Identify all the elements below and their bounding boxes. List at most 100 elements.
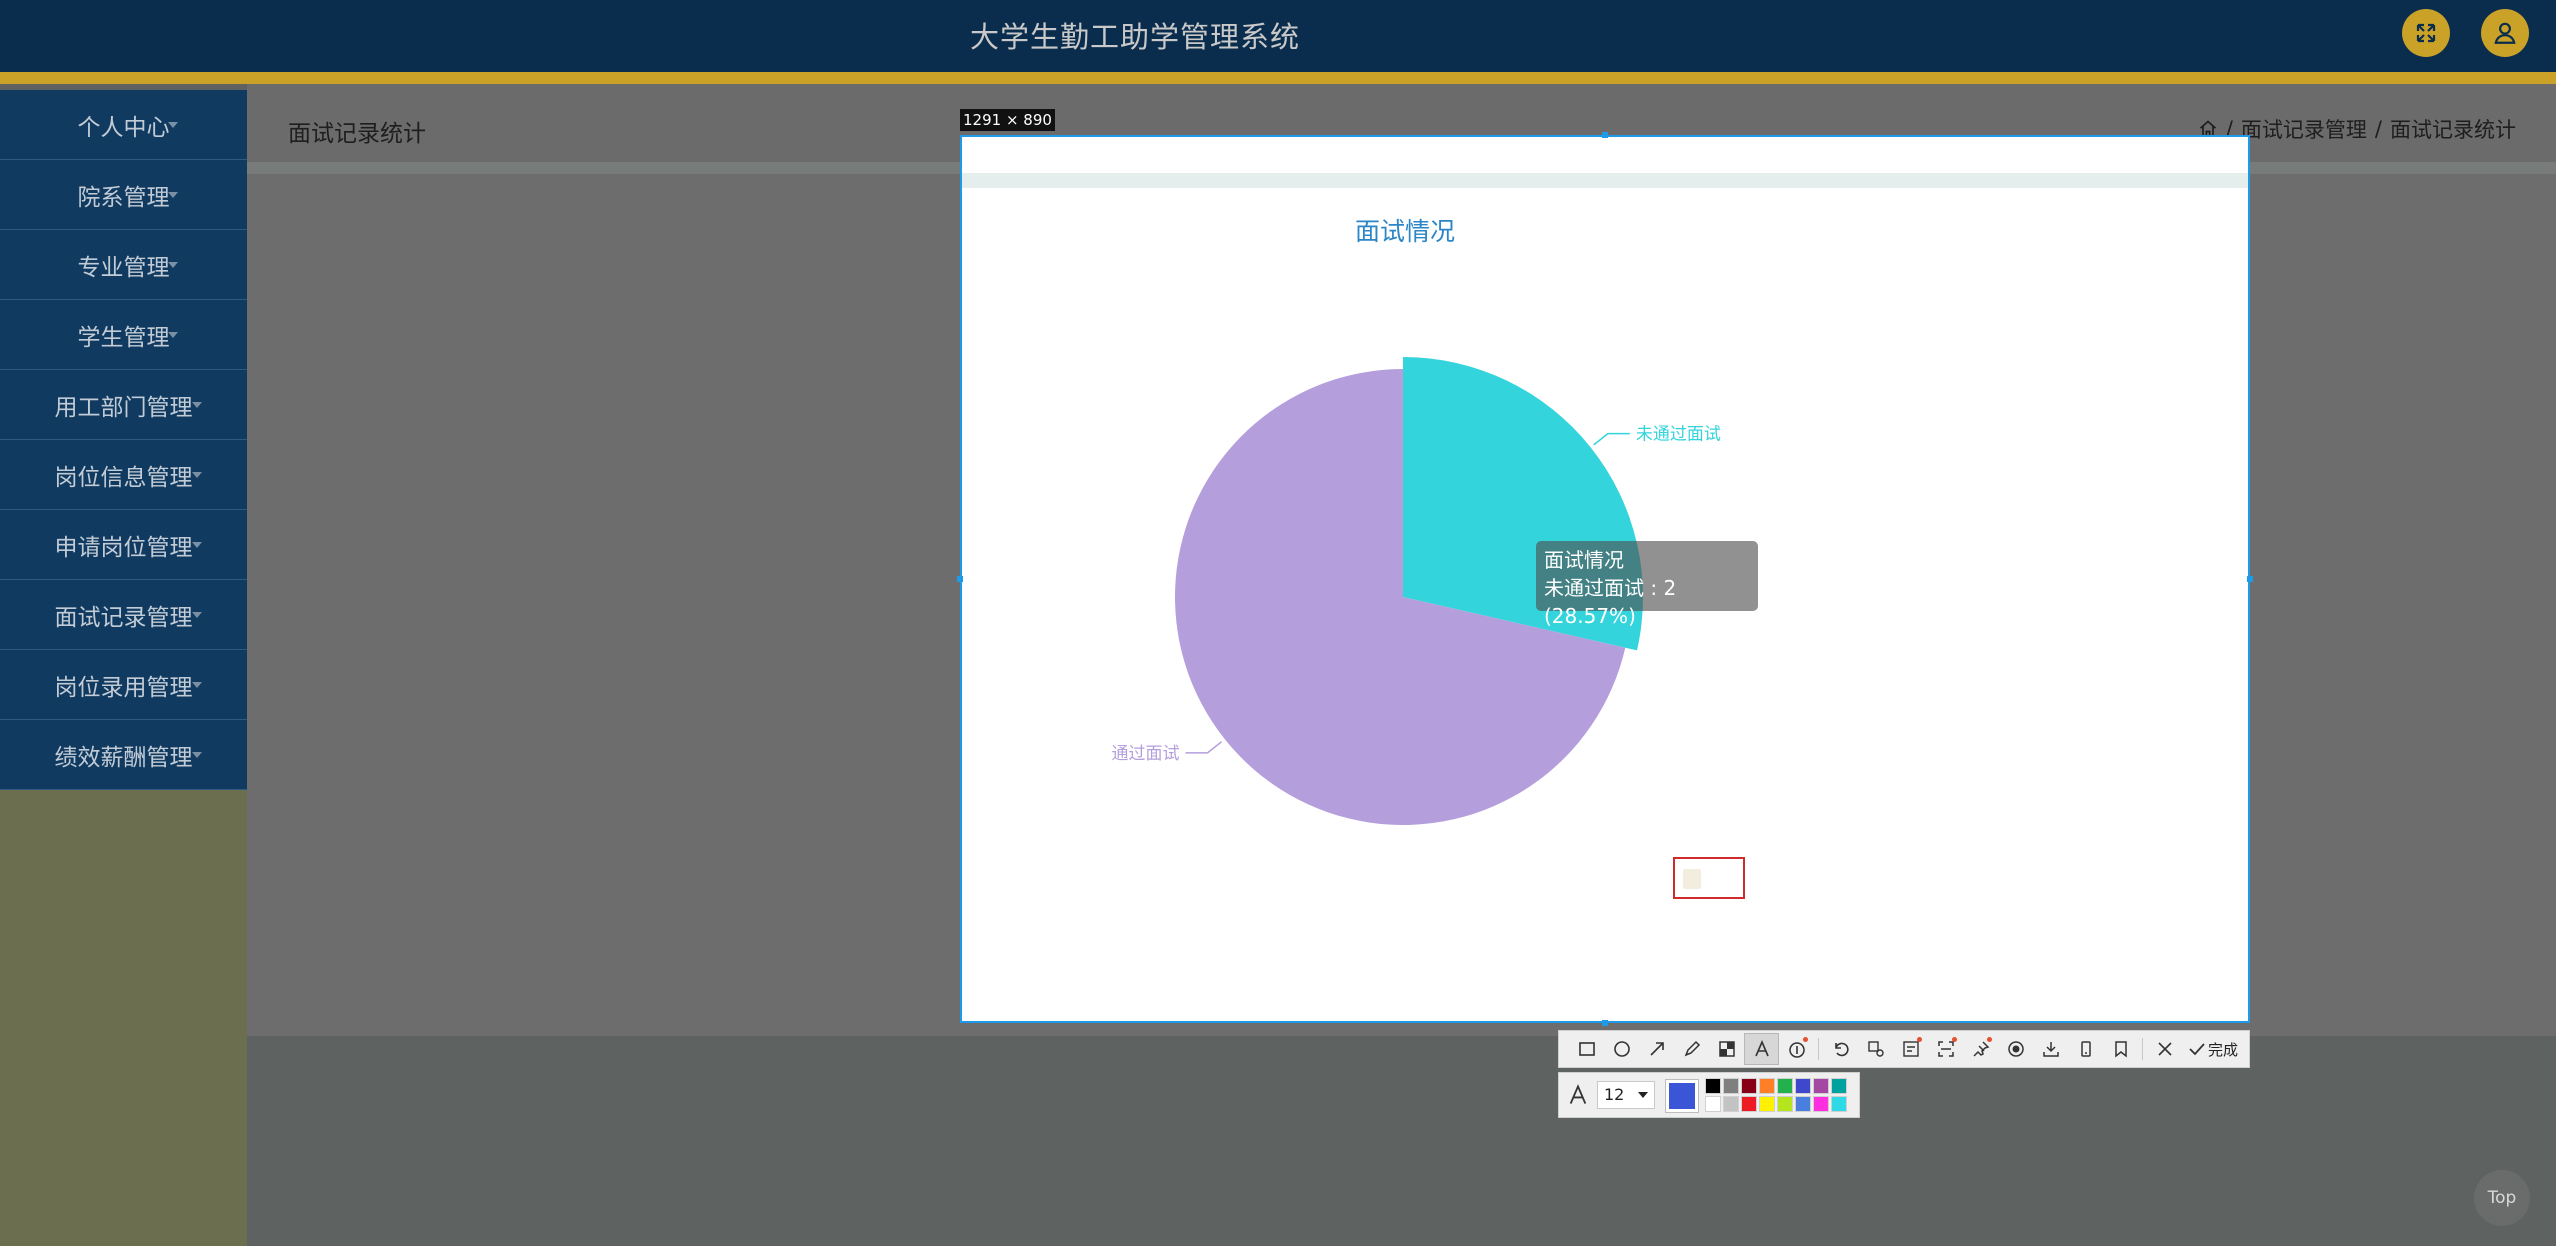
pie-label-line	[1593, 432, 1630, 446]
color-swatch[interactable]	[1795, 1096, 1811, 1112]
undo-icon	[1834, 1042, 1849, 1057]
caret-down-icon	[192, 682, 202, 688]
arrow-icon	[1649, 1042, 1664, 1056]
color-swatch[interactable]	[1759, 1078, 1775, 1094]
sidebar-item-label: 院系管理	[77, 184, 170, 211]
new-badge-icon	[1917, 1037, 1922, 1042]
sidebar-item-students[interactable]: 学生管理	[0, 300, 247, 370]
sidebar-item-label: 专业管理	[77, 254, 170, 281]
fullscreen-button[interactable]	[2402, 9, 2450, 57]
header-accent-bar	[0, 72, 2556, 84]
font-size-value: 12	[1604, 1085, 1625, 1104]
color-swatch[interactable]	[1831, 1078, 1847, 1094]
annotation-text-box[interactable]	[1673, 857, 1745, 899]
resize-handle[interactable]	[1602, 1020, 1608, 1026]
text-options-toolbar: 12	[1558, 1072, 1860, 1118]
pie-slice-label: 通过面试	[1112, 744, 1180, 764]
pie-label-line	[1185, 741, 1223, 754]
phone-icon	[2080, 1041, 2091, 1057]
done-button[interactable]: 完成	[2182, 1033, 2244, 1065]
color-swatch[interactable]	[1831, 1096, 1847, 1112]
sidebar-item-job-applications[interactable]: 申请岗位管理	[0, 510, 247, 580]
sidebar-item-job-info[interactable]: 岗位信息管理	[0, 440, 247, 510]
sidebar-item-label: 用工部门管理	[54, 394, 193, 421]
sidebar-item-label: 岗位信息管理	[54, 464, 193, 491]
app-header: 大学生勤工助学管理系统	[0, 0, 2556, 72]
pie-slice-label: 未通过面试	[1636, 425, 1721, 445]
download-icon	[2042, 1042, 2059, 1057]
sidebar-item-interview-records[interactable]: 面试记录管理	[0, 580, 247, 650]
color-swatch[interactable]	[1723, 1078, 1739, 1094]
arrow-tool[interactable]	[1639, 1033, 1674, 1065]
sidebar-background	[0, 790, 247, 1246]
user-avatar-button[interactable]	[2481, 9, 2529, 57]
sidebar-item-personal-center[interactable]: 个人中心	[0, 90, 247, 160]
sidebar-item-label: 申请岗位管理	[54, 534, 193, 561]
long-screenshot-button[interactable]	[1858, 1033, 1893, 1065]
color-swatch[interactable]	[1705, 1096, 1721, 1112]
number-marker-tool[interactable]	[1779, 1033, 1814, 1065]
resize-handle[interactable]	[1602, 132, 1608, 138]
expand-icon	[2416, 23, 2436, 43]
close-icon	[2157, 1042, 2172, 1056]
color-swatch[interactable]	[1777, 1096, 1793, 1112]
current-color-fill	[1669, 1083, 1695, 1109]
color-swatch[interactable]	[1813, 1096, 1829, 1112]
color-swatch[interactable]	[1759, 1096, 1775, 1112]
caret-down-icon	[168, 122, 178, 128]
download-button[interactable]	[2033, 1033, 2068, 1065]
sidebar-item-departments[interactable]: 院系管理	[0, 160, 247, 230]
undo-button[interactable]	[1823, 1033, 1858, 1065]
caret-down-icon	[168, 332, 178, 338]
breadcrumb-item[interactable]: 面试记录管理	[2241, 114, 2367, 144]
text-icon	[1754, 1040, 1769, 1057]
text-tool[interactable]	[1744, 1033, 1779, 1065]
color-swatch[interactable]	[1741, 1078, 1757, 1094]
color-swatch[interactable]	[1741, 1096, 1757, 1112]
pin-button[interactable]	[1963, 1033, 1998, 1065]
caret-down-icon	[192, 612, 202, 618]
tooltip-title: 面试情况	[1544, 548, 1624, 572]
ocr-icon	[1902, 1041, 1919, 1057]
scan-icon	[1937, 1041, 1954, 1057]
caret-down-icon	[192, 402, 202, 408]
sidebar: 个人中心 院系管理 专业管理 学生管理 用工部门管理 岗位信息管理 申请岗位管理…	[0, 90, 247, 790]
record-button[interactable]	[1998, 1033, 2033, 1065]
color-swatch[interactable]	[1813, 1078, 1829, 1094]
text-cursor	[1683, 869, 1701, 889]
rectangle-icon	[1578, 1042, 1595, 1056]
back-to-top-button[interactable]: Top	[2474, 1170, 2530, 1226]
capture-stripe	[962, 173, 2248, 188]
pen-tool[interactable]	[1674, 1033, 1709, 1065]
sidebar-item-employer-departments[interactable]: 用工部门管理	[0, 370, 247, 440]
scan-button[interactable]	[1928, 1033, 1963, 1065]
toolbar-divider	[2142, 1038, 2143, 1060]
pin-icon	[1972, 1041, 1989, 1057]
sidebar-item-job-hiring[interactable]: 岗位录用管理	[0, 650, 247, 720]
color-swatch[interactable]	[1795, 1078, 1811, 1094]
mosaic-icon	[1718, 1041, 1735, 1057]
text-recognition-button[interactable]	[1893, 1033, 1928, 1065]
scissors-icon	[1867, 1041, 1884, 1057]
resize-handle[interactable]	[2247, 576, 2253, 582]
mosaic-tool[interactable]	[1709, 1033, 1744, 1065]
checkmark-icon	[2189, 1043, 2205, 1056]
sidebar-item-performance-pay[interactable]: 绩效薪酬管理	[0, 720, 247, 790]
sidebar-item-label: 绩效薪酬管理	[54, 744, 193, 771]
cancel-button[interactable]	[2147, 1033, 2182, 1065]
new-badge-icon	[1803, 1037, 1808, 1042]
resize-handle[interactable]	[957, 576, 963, 582]
rectangle-tool[interactable]	[1569, 1033, 1604, 1065]
send-to-phone-button[interactable]	[2068, 1033, 2103, 1065]
back-to-top-label: Top	[2487, 1188, 2517, 1208]
font-size-select[interactable]: 12	[1597, 1081, 1655, 1109]
color-swatch[interactable]	[1723, 1096, 1739, 1112]
color-swatch[interactable]	[1777, 1078, 1793, 1094]
app-title: 大学生勤工助学管理系统	[969, 20, 1300, 54]
bookmark-button[interactable]	[2103, 1033, 2138, 1065]
ellipse-tool[interactable]	[1604, 1033, 1639, 1065]
current-color-swatch[interactable]	[1665, 1079, 1699, 1113]
color-swatch[interactable]	[1705, 1078, 1721, 1094]
sidebar-item-majors[interactable]: 专业管理	[0, 230, 247, 300]
done-label: 完成	[2208, 1040, 2239, 1059]
